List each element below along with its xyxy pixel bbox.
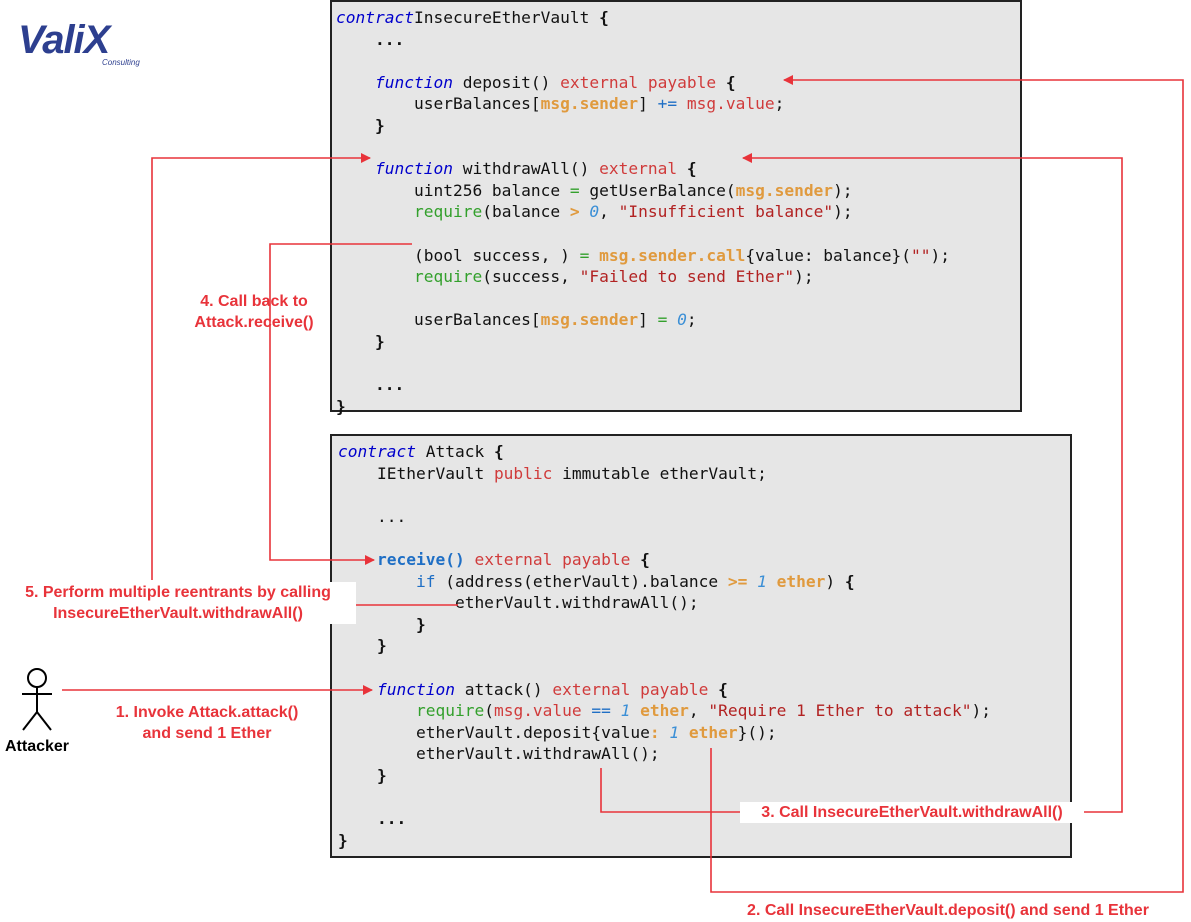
- annotation-step4-line-1: 4. Call back to: [200, 293, 308, 310]
- annotation-step1-line-1: 1. Invoke Attack.attack(): [115, 704, 299, 721]
- annotation-step4-line-2: Attack.receive(): [194, 314, 314, 331]
- annotation-step4: 4. Call back to Attack.receive(): [176, 291, 332, 333]
- annotation-step2: 2. Call InsecureEtherVault.deposit() and…: [715, 900, 1181, 921]
- arrow-step3: [600, 153, 1123, 813]
- annotation-step5-line-1: 5. Perform multiple reentrants by callin…: [25, 584, 331, 601]
- annotation-step1: 1. Invoke Attack.attack() and send 1 Ethe…: [96, 702, 318, 744]
- arrow-step5: [151, 158, 458, 606]
- annotation-step2-line-1: 2. Call InsecureEtherVault.deposit() and…: [747, 902, 1149, 919]
- stick-figure-icon: [22, 668, 52, 731]
- arrow-overlay: [22, 75, 1184, 893]
- annotation-step3: 3. Call InsecureEtherVault.withdrawAll(): [740, 802, 1084, 823]
- arrow-step2: [710, 75, 1184, 893]
- attacker-label: Attacker: [4, 738, 70, 755]
- annotation-step3-line-1: 3. Call InsecureEtherVault.withdrawAll(): [761, 804, 1063, 821]
- annotation-step1-line-2: and send 1 Ether: [142, 725, 272, 742]
- annotation-step5-line-2: InsecureEtherVault.withdrawAll(): [53, 605, 303, 622]
- annotation-step5: 5. Perform multiple reentrants by callin…: [0, 582, 356, 624]
